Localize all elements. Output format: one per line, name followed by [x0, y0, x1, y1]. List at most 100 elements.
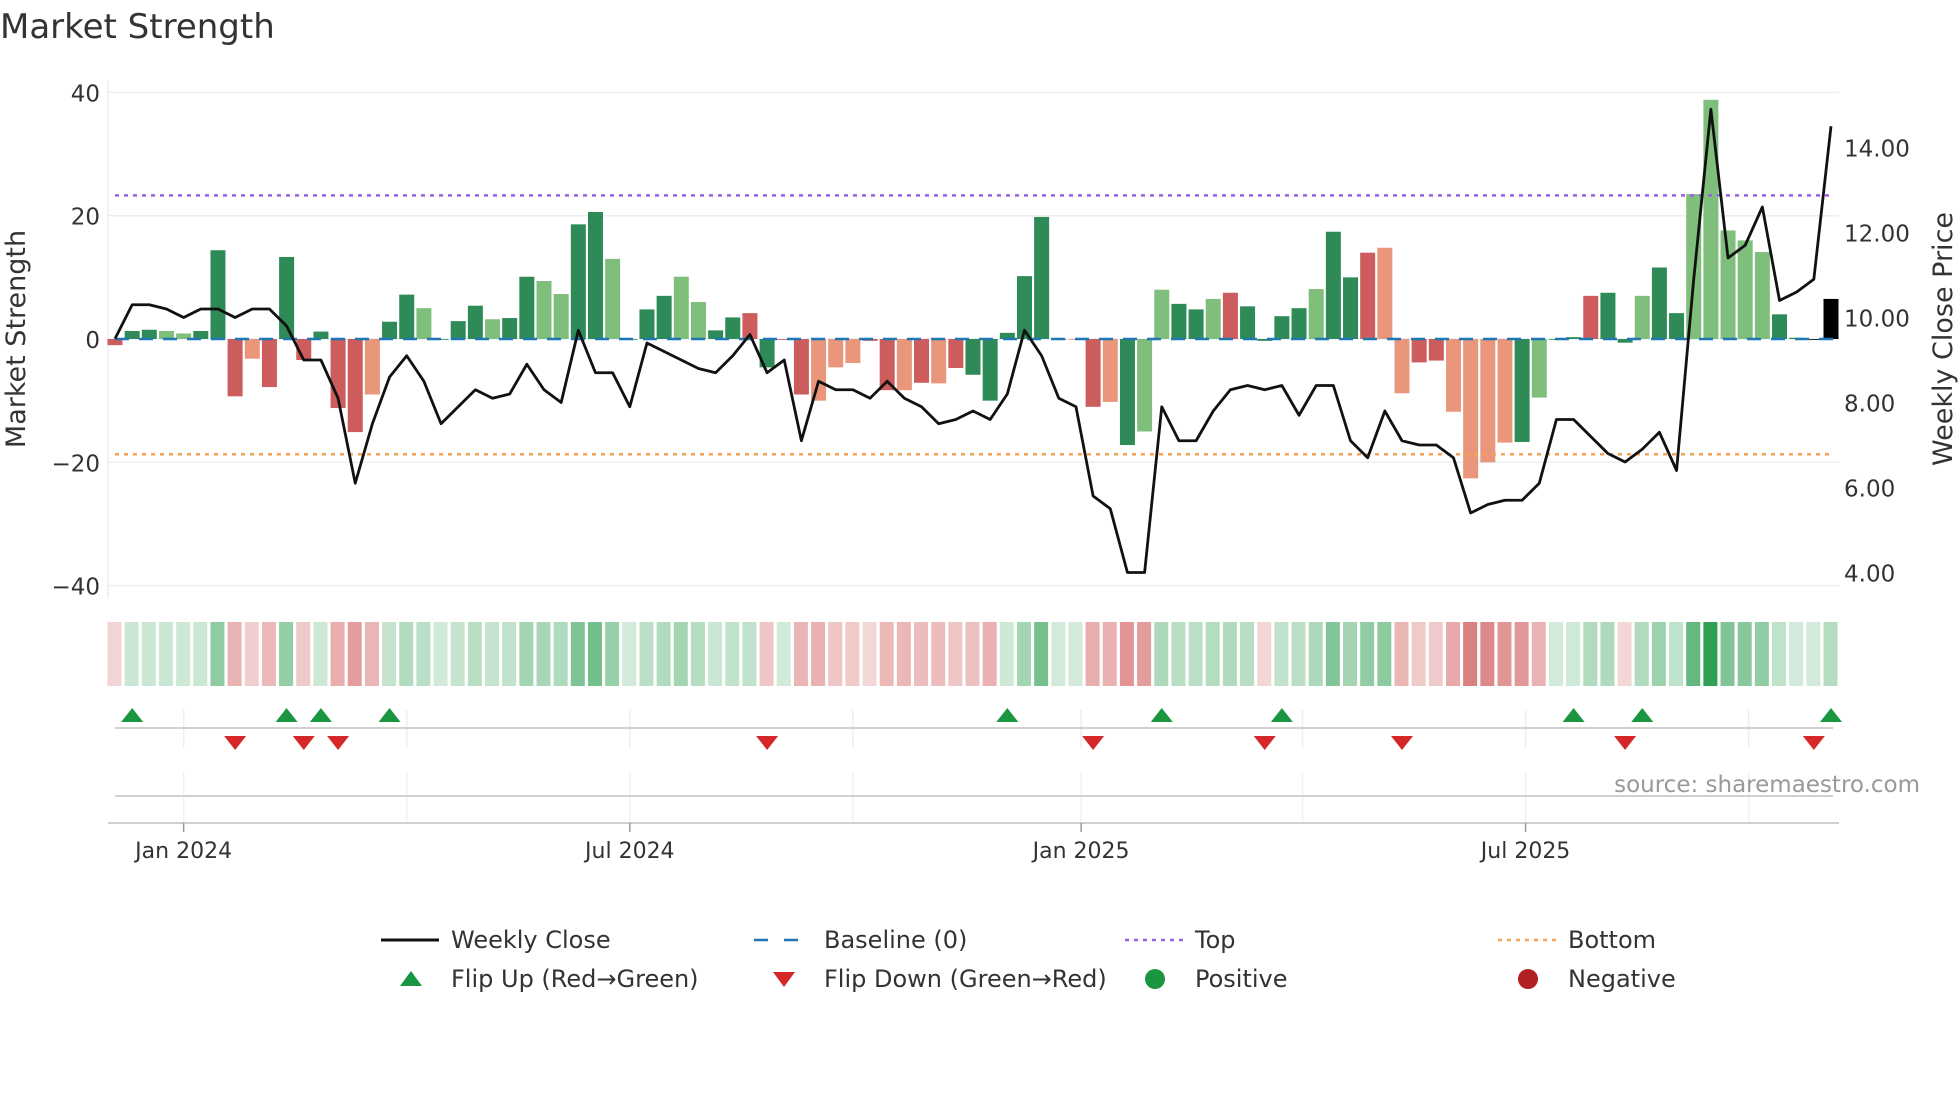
heat-cell: [999, 622, 1014, 686]
heat-cell: [948, 622, 963, 686]
heat-cell: [1068, 622, 1083, 686]
heat-cell: [1772, 622, 1787, 686]
heat-cell: [193, 622, 208, 686]
heat-cell: [467, 622, 482, 686]
heat-cell: [553, 622, 568, 686]
strength-bar: [1428, 339, 1444, 361]
heat-cell: [1806, 622, 1821, 686]
strength-bar: [1274, 316, 1290, 339]
strength-heat-strip: [107, 622, 1838, 686]
strength-bar: [1085, 339, 1101, 407]
flip-down-marker: [1614, 736, 1637, 750]
strength-bar: [708, 330, 724, 339]
heat-cell: [176, 622, 191, 686]
legend-triangle-up-icon: [400, 971, 422, 986]
strength-bar: [1531, 339, 1547, 398]
heat-cell: [708, 622, 723, 686]
heat-cell: [1617, 622, 1632, 686]
heat-cell: [330, 622, 345, 686]
strength-bar: [673, 276, 689, 339]
heat-cell: [450, 622, 465, 686]
heat-cell: [1634, 622, 1649, 686]
heat-cell: [1085, 622, 1100, 686]
legend-label: Positive: [1195, 965, 1288, 993]
strength-bar: [896, 339, 912, 391]
strength-bar: [364, 339, 380, 395]
y-tick-label: 40: [71, 81, 100, 107]
flip-down-marker: [1802, 736, 1825, 750]
strength-bar: [690, 302, 706, 339]
heat-cell: [1102, 622, 1117, 686]
strength-bar: [227, 339, 243, 397]
heat-cell: [982, 622, 997, 686]
strength-bar: [982, 339, 998, 401]
flip-down-marker: [756, 736, 779, 750]
strength-bar: [553, 293, 569, 339]
strength-bar: [1600, 292, 1616, 339]
heat-cell: [914, 622, 929, 686]
heat-cell: [124, 622, 139, 686]
strength-bars: [107, 99, 1839, 479]
strength-bar: [1411, 339, 1427, 363]
heat-cell: [1669, 622, 1684, 686]
strength-bar: [1703, 99, 1719, 339]
strength-bar: [1291, 308, 1307, 339]
strength-bar: [1119, 339, 1135, 446]
heat-cell: [1222, 622, 1237, 686]
heat-cell: [639, 622, 654, 686]
strength-bar: [914, 339, 930, 383]
flip-down-marker: [1391, 736, 1413, 750]
strength-bar: [450, 321, 466, 339]
heat-cell: [279, 622, 294, 686]
heat-cell: [382, 622, 397, 686]
strength-bar: [1634, 295, 1650, 339]
strength-bar: [1222, 292, 1238, 339]
heat-cell: [1016, 622, 1031, 686]
heat-cell: [210, 622, 225, 686]
heat-cell: [1548, 622, 1563, 686]
heat-cell: [1411, 622, 1426, 686]
source-label: source: sharemaestro.com: [1614, 772, 1920, 798]
y2-tick-label: 6.00: [1844, 477, 1895, 503]
heat-cell: [1137, 622, 1152, 686]
strength-bar: [1669, 313, 1685, 339]
strength-bar: [261, 339, 277, 388]
strength-bar: [1823, 298, 1839, 339]
strength-bar: [845, 339, 861, 364]
x-tick-label: Jan 2024: [133, 839, 232, 864]
heat-cell: [1240, 622, 1255, 686]
strength-bar: [1583, 295, 1599, 339]
strength-bar: [1514, 339, 1530, 442]
heat-cell: [1531, 622, 1546, 686]
heat-cell: [879, 622, 894, 686]
heat-cell: [296, 622, 311, 686]
strength-bar: [502, 318, 518, 339]
flip-down-marker: [327, 736, 350, 750]
heat-cell: [1188, 622, 1203, 686]
heat-cell: [656, 622, 671, 686]
strength-bar: [485, 319, 501, 339]
strength-bar: [244, 339, 260, 359]
flip-up-marker: [1270, 708, 1293, 722]
heat-cell: [828, 622, 843, 686]
heat-cell: [793, 622, 808, 686]
heat-cell: [399, 622, 414, 686]
heat-cell: [1274, 622, 1289, 686]
strength-bar: [536, 281, 552, 339]
strength-bar: [1463, 339, 1479, 479]
strength-bar: [347, 339, 363, 433]
strength-bar: [587, 212, 603, 339]
strength-bar: [1343, 277, 1359, 339]
heat-cell: [433, 622, 448, 686]
heat-cell: [811, 622, 826, 686]
strength-bar: [570, 224, 586, 339]
legend-circle-green-icon: [1145, 969, 1165, 989]
heat-cell: [244, 622, 259, 686]
heat-cell: [1291, 622, 1306, 686]
x-tick-label: Jan 2025: [1031, 839, 1130, 864]
heat-cell: [519, 622, 534, 686]
flip-up-marker: [309, 708, 332, 722]
heat-cell: [690, 622, 705, 686]
heat-cell: [1566, 622, 1581, 686]
heat-cell: [622, 622, 637, 686]
